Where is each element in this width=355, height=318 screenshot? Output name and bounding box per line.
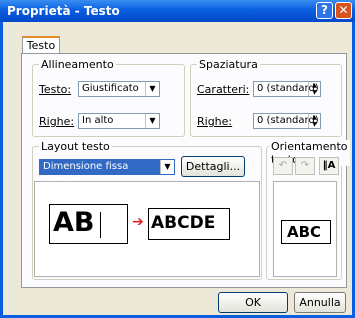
vertical-text-icon[interactable]: ‖A [319,157,339,175]
rotate-left-icon[interactable]: ↶ [273,157,293,175]
spacing-rows-spinner[interactable]: 0 (standard) ▲ ▼ [253,113,321,129]
layout-select[interactable]: Dimensione fissa cornice ▼ [39,159,175,186]
chevron-down-icon[interactable]: ▼ [160,160,174,174]
layout-preview: AB ➔ ABCDE [34,181,260,277]
ok-button[interactable]: OK [218,292,288,313]
help-button[interactable]: ? [316,2,333,19]
orientation-preview-text: ABC [287,223,322,241]
spacing-rows-label: Righe: [197,115,233,128]
chevron-down-icon[interactable]: ▼ [145,82,159,96]
text-cursor [100,212,101,238]
alignment-rows-value: In alto [82,115,114,126]
alignment-group: Allineamento Testo: Giustificato ▼ Righe… [32,58,185,137]
alignment-text-value: Giustificato [82,83,139,94]
preview-text-right: ABCDE [151,213,216,233]
tab-panel: Allineamento Testo: Giustificato ▼ Righe… [21,53,350,288]
spinner-arrows-icon[interactable]: ▲ ▼ [308,82,320,96]
spacing-group: Spaziatura Caratteri: 0 (standard) ▲ ▼ Ri… [190,58,342,137]
orientation-preview-box: ABC [281,220,331,244]
layout-select-value: Dimensione fissa cornice [40,160,160,186]
close-button[interactable]: ✕ [335,2,352,19]
preview-box-left: AB [49,204,128,244]
arrow-right-icon: ➔ [132,214,144,230]
details-button[interactable]: Dettagli... [181,156,245,177]
alignment-group-label: Allineamento [39,58,116,71]
tab-testo[interactable]: Testo [22,36,60,54]
layout-group-label: Layout testo [39,140,112,153]
rotate-right-icon[interactable]: ↷ [295,157,315,175]
chevron-down-icon[interactable]: ▼ [145,114,159,128]
spacing-chars-spinner[interactable]: 0 (standard) ▲ ▼ [253,81,321,97]
orientation-preview: ABC [273,181,337,277]
alignment-rows-label: Righe: [39,115,75,128]
alignment-text-select[interactable]: Giustificato ▼ [78,81,160,97]
spacing-chars-label: Caratteri: [197,83,250,96]
alignment-rows-select[interactable]: In alto ▼ [78,113,160,129]
orientation-group: Orientamento testo: ↶ ↷ ‖A ABC [266,140,350,280]
preview-text-left: AB [53,207,95,238]
spacing-group-label: Spaziatura [197,58,260,71]
preview-box-right: ABCDE [148,208,230,240]
cancel-button[interactable]: Annulla [294,292,346,313]
properties-dialog: Proprietà - Testo ? ✕ Testo Allineamento… [0,0,355,318]
window-title: Proprietà - Testo [7,4,120,18]
layout-group: Layout testo Dimensione fissa cornice ▼ … [32,140,262,280]
spinner-arrows-icon[interactable]: ▲ ▼ [308,114,320,128]
title-bar[interactable]: Proprietà - Testo ? ✕ [0,0,355,22]
alignment-text-label: Testo: [39,83,72,96]
